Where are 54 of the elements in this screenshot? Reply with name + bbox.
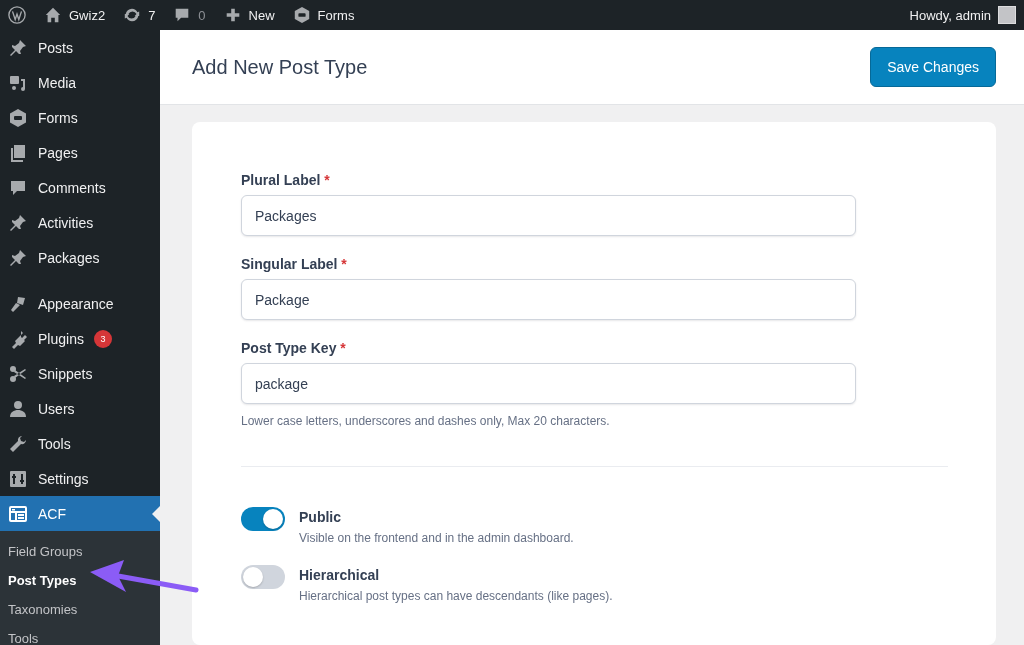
text-input[interactable]: Package [241, 279, 856, 320]
pin-icon [8, 212, 28, 233]
field-label: Singular Label * [241, 256, 348, 272]
field-label: Plural Label * [241, 172, 331, 188]
sidebar-item[interactable]: Posts [0, 30, 160, 65]
greeting-link[interactable]: Howdy, admin [909, 7, 991, 23]
forms-link[interactable]: Forms [317, 7, 355, 23]
forms-icon [8, 107, 28, 128]
grid-icon [8, 503, 28, 524]
toggle-label: Public [299, 509, 342, 525]
forms-icon[interactable] [292, 6, 311, 24]
sidebar-item[interactable]: Tools [0, 426, 160, 461]
sidebar-item[interactable]: Activities [0, 205, 160, 240]
sidebar-item[interactable]: Forms [0, 100, 160, 135]
comments-count[interactable]: 0 [198, 7, 206, 23]
pin-icon [8, 37, 28, 58]
user-icon [8, 398, 28, 419]
sidebar-item[interactable]: Snippets [0, 356, 160, 391]
field-hint: Lower case letters, underscores and dashes only, Max 20 characters. [241, 414, 611, 428]
toggle-label: Hierarchical [299, 567, 381, 583]
pages-icon [8, 142, 28, 163]
submenu-item[interactable]: Field Groups [0, 537, 160, 566]
field-label: Post Type Key * [241, 340, 347, 356]
scissors-icon [8, 363, 28, 384]
home-icon[interactable] [44, 6, 62, 24]
sidebar-item[interactable]: Media [0, 65, 160, 100]
pin-icon [8, 247, 28, 268]
text-input[interactable]: Packages [241, 195, 856, 236]
sliders-icon [8, 468, 28, 489]
sidebar-item[interactable]: Packages [0, 240, 160, 275]
toggle-switch[interactable] [241, 565, 285, 589]
new-link[interactable]: New [248, 7, 275, 23]
page-title: Add New Post Type [192, 55, 368, 79]
sidebar-item[interactable]: Comments [0, 170, 160, 205]
sidebar-item[interactable]: ACF [0, 496, 160, 531]
updates-count[interactable]: 7 [148, 7, 156, 23]
submenu-item[interactable]: Tools [0, 624, 160, 645]
refresh-icon[interactable] [123, 6, 142, 24]
wrench-icon [8, 433, 28, 454]
sidebar-item[interactable]: Plugins 3 [0, 321, 160, 356]
submenu-item[interactable]: Taxonomies [0, 595, 160, 624]
submenu-item[interactable]: Post Types [0, 566, 160, 595]
sidebar-item[interactable]: Appearance [0, 286, 160, 321]
site-name-link[interactable]: Gwiz2 [69, 7, 106, 23]
toggle-description: Hierarchical post types can have descendants (like pages). [299, 589, 613, 603]
toggle-switch[interactable] [241, 507, 285, 531]
save-changes-button[interactable]: Save Changes [870, 47, 996, 87]
update-count-badge: 3 [93, 329, 112, 348]
sidebar-item[interactable]: Settings [0, 461, 160, 496]
toggle-description: Visible on the frontend and in the admin dashboard. [299, 531, 574, 545]
sidebar-item[interactable]: Pages [0, 135, 160, 170]
text-input[interactable]: package [241, 363, 856, 404]
sidebar-item[interactable]: Users [0, 391, 160, 426]
wordpress-logo-icon[interactable] [8, 6, 26, 24]
